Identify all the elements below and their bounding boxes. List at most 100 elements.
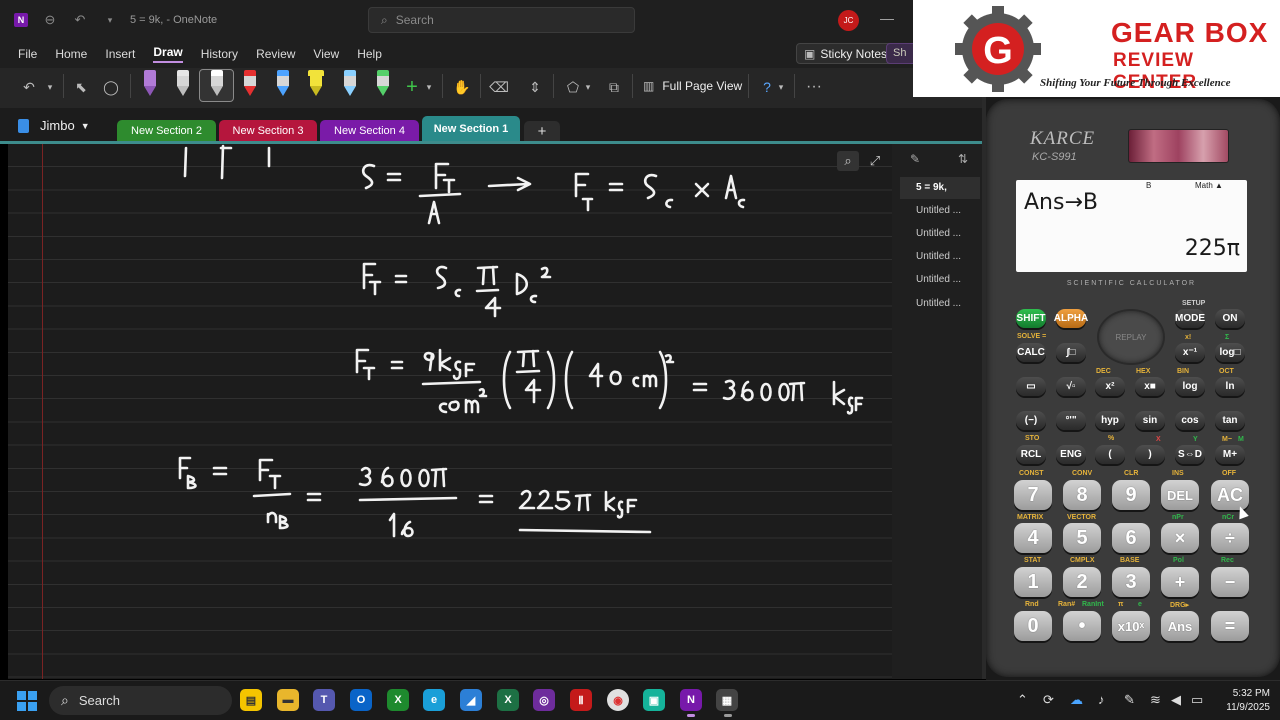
teams-icon[interactable]: T [313,689,335,711]
page-item-3[interactable]: Untitled ... [900,223,980,245]
calc-num-key-18[interactable]: Ans [1161,611,1199,641]
calc-key-1[interactable]: ALPHA [1054,309,1088,328]
pen-purple-icon[interactable] [139,70,161,98]
calc-key-6[interactable]: x⁻¹ [1175,343,1205,362]
hand-pan-icon[interactable]: ✋ [452,76,472,98]
calc-key-3[interactable]: ON [1215,309,1245,328]
calc-num-key-0[interactable]: 7 [1014,480,1052,510]
add-section-button[interactable]: + [524,121,560,141]
calc-key-18[interactable]: cos [1175,411,1205,430]
lasso-select-icon[interactable]: ◯ [102,76,120,98]
windows-start-icon[interactable] [17,691,37,711]
microphone-icon[interactable]: ♪ [1098,692,1105,707]
pen-blue-icon[interactable] [272,70,294,98]
excel-icon[interactable]: X [497,689,519,711]
calc-num-key-3[interactable]: DEL [1161,480,1199,510]
page-item-6[interactable]: Untitled ... [900,293,980,315]
add-pen-dropdown-icon[interactable]: ▾ [424,76,434,98]
outlook-icon[interactable]: O [350,689,372,711]
calc-key-0[interactable]: SHIFT [1016,309,1046,328]
full-page-view-button[interactable]: ▥ Full Page View [643,75,742,97]
menu-review[interactable]: Review [256,47,295,61]
calculator-app-icon[interactable]: ▦ [716,689,738,711]
shapes-dropdown-icon[interactable]: ▾ [583,76,593,98]
shapes-icon[interactable]: ⬠ [563,76,583,98]
calc-key-22[interactable]: ( [1095,445,1125,464]
calc-key-4[interactable]: CALC [1016,343,1046,362]
calc-key-17[interactable]: sin [1135,411,1165,430]
calc-key-12[interactable]: log [1175,377,1205,396]
page-item-1[interactable]: 5 = 9k, [900,177,980,199]
menu-help[interactable]: Help [357,47,382,61]
onenote-taskbar-icon[interactable]: N [680,689,702,711]
menu-file[interactable]: File [18,47,37,61]
page-item-4[interactable]: Untitled ... [900,246,980,268]
menu-home[interactable]: Home [55,47,87,61]
calc-key-23[interactable]: ) [1135,445,1165,464]
edge-icon[interactable]: e [423,689,445,711]
page-item-2[interactable]: Untitled ... [900,200,980,222]
replay-dpad[interactable]: REPLAY [1097,309,1165,365]
calc-key-20[interactable]: RCL [1016,445,1046,464]
tab-new-section-3[interactable]: New Section 3 [219,120,317,141]
volume-icon[interactable]: ◀ [1171,692,1181,708]
calc-key-24[interactable]: S⇔D [1175,445,1205,464]
calc-num-key-11[interactable]: 2 [1063,567,1101,597]
calc-num-key-6[interactable]: 5 [1063,523,1101,553]
calc-num-key-17[interactable]: x10ˣ [1112,611,1150,641]
system-clock[interactable]: 5:32 PM 11/9/2025 [1212,687,1270,715]
search-box[interactable]: ⌕ Search [368,7,635,33]
tray-chevron-icon[interactable]: ⌃ [1017,692,1028,708]
xbox-icon[interactable]: X [387,689,409,711]
calc-key-11[interactable]: x■ [1135,377,1165,396]
eraser-icon[interactable]: ⌫ [489,76,509,98]
calc-key-15[interactable]: °'" [1056,411,1086,430]
help-dropdown-icon[interactable]: ▾ [776,76,786,98]
highlighter-yellow-icon[interactable] [305,70,327,98]
calc-num-key-7[interactable]: 6 [1112,523,1150,553]
photos-icon[interactable]: ◢ [460,689,482,711]
undo-icon[interactable]: ↶ [20,76,38,98]
calc-num-key-10[interactable]: 1 [1014,567,1052,597]
expand-icon[interactable]: ⤢ [864,151,886,171]
select-tool-icon[interactable]: ⬉ [72,76,90,98]
calc-num-key-12[interactable]: 3 [1112,567,1150,597]
undo-dropdown-icon[interactable]: ▾ [44,76,56,98]
more-options-icon[interactable]: ··· [803,76,825,98]
minimize-button[interactable]: — [880,10,894,26]
battery-icon[interactable]: ▭ [1191,692,1203,708]
pen-white-selected-icon[interactable] [206,70,228,98]
calc-num-key-13[interactable]: + [1161,567,1199,597]
tab-new-section-2[interactable]: New Section 2 [117,120,216,141]
add-pen-icon[interactable]: + [403,76,421,98]
calc-num-key-19[interactable]: = [1211,611,1249,641]
page-item-5[interactable]: Untitled ... [900,269,980,291]
calc-key-21[interactable]: ENG [1056,445,1086,464]
sticky-notes-button[interactable]: ▣ Sticky Notes [796,43,896,64]
calc-key-14[interactable]: (−) [1016,411,1046,430]
back-icon[interactable]: ⊖ [42,12,58,28]
notebook-selector[interactable]: Jimbo ▼ [18,118,90,133]
calc-key-7[interactable]: log□ [1215,343,1245,362]
onedrive-icon[interactable]: ☁ [1070,692,1083,708]
calc-key-19[interactable]: tan [1215,411,1245,430]
calc-num-key-8[interactable]: × [1161,523,1199,553]
sort-pages-icon[interactable]: ⇅ [958,152,968,166]
calc-key-9[interactable]: √▫ [1056,377,1086,396]
calc-key-8[interactable]: ▭ [1016,377,1046,396]
calc-key-25[interactable]: M+ [1215,445,1245,464]
ink-to-shape-icon[interactable]: ⧉ [604,76,624,98]
add-page-icon[interactable]: ✎ [910,152,920,166]
tab-new-section-1[interactable]: New Section 1 [422,116,520,142]
calc-num-key-1[interactable]: 8 [1063,480,1101,510]
taskbar-search[interactable]: ⌕ Search [49,686,232,715]
media-app-icon[interactable]: ◎ [533,689,555,711]
pen-white-icon[interactable] [172,70,194,98]
calc-num-key-2[interactable]: 9 [1112,480,1150,510]
undo-icon[interactable]: ↶ [72,12,88,28]
calc-key-16[interactable]: hyp [1095,411,1125,430]
calc-num-key-9[interactable]: ÷ [1211,523,1249,553]
pen-red-icon[interactable] [239,70,261,98]
menu-view[interactable]: View [313,47,339,61]
calc-num-key-15[interactable]: 0 [1014,611,1052,641]
